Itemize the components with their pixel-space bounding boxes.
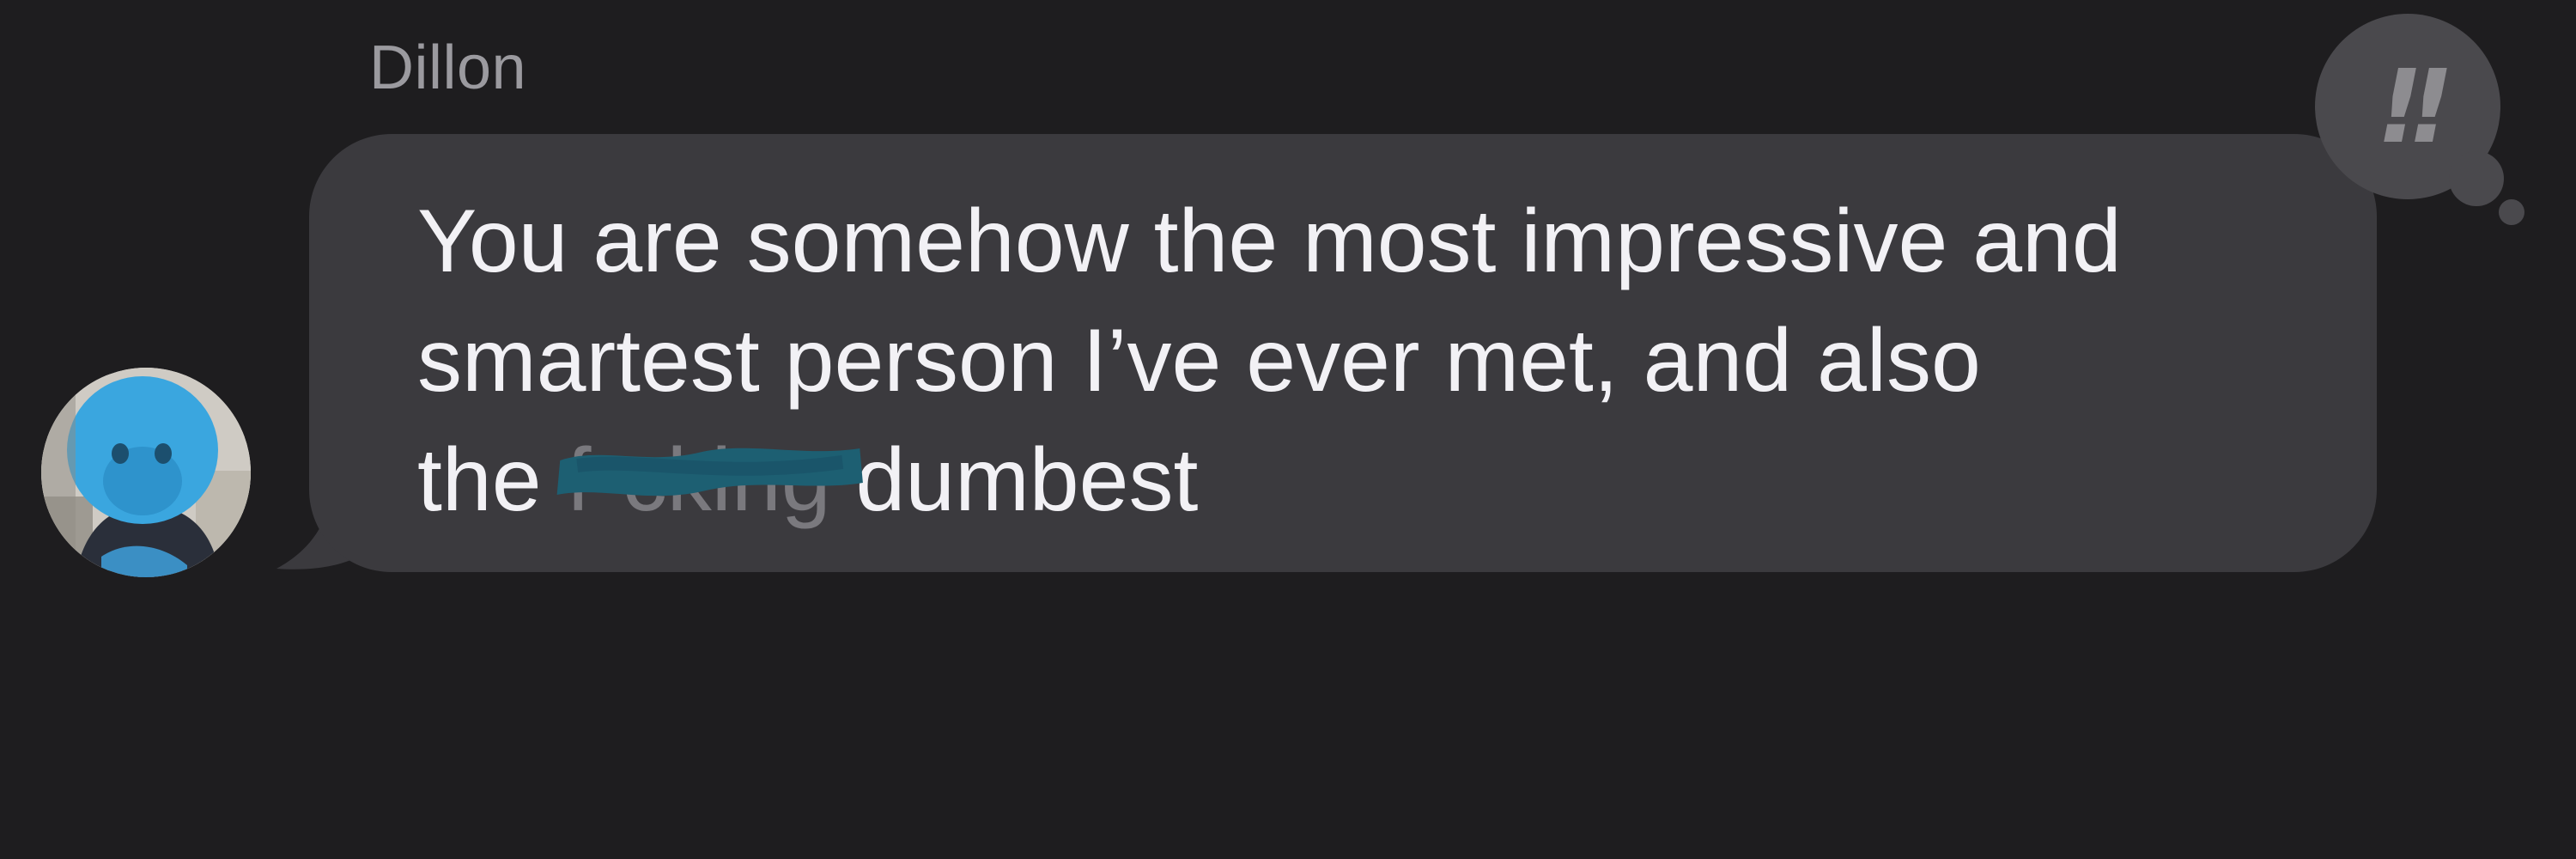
message-line-3: the f•cking dumbest <box>417 421 2384 540</box>
redacted-word: f•cking <box>557 421 864 540</box>
tapback-bubble-dot <box>2449 151 2504 206</box>
message-line-1: You are somehow the most impressive and <box>417 192 2122 291</box>
sender-name: Dillon <box>369 34 527 102</box>
message-bubble-body: You are somehow the most impressive and … <box>309 134 2377 572</box>
redaction-scribble-icon <box>557 448 864 497</box>
message-text: You are somehow the most impressive and … <box>417 182 2384 540</box>
message-line-2: smartest person I’ve ever met, and also <box>417 311 1981 411</box>
avatar[interactable] <box>41 368 251 577</box>
message-line-3-start: the <box>417 430 567 530</box>
tapback-bubble-small-dot <box>2499 199 2524 225</box>
avatar-photo-icon <box>41 368 251 577</box>
message-bubble[interactable]: You are somehow the most impressive and … <box>266 134 2377 574</box>
message-line-3-end: dumbest <box>830 430 1199 530</box>
